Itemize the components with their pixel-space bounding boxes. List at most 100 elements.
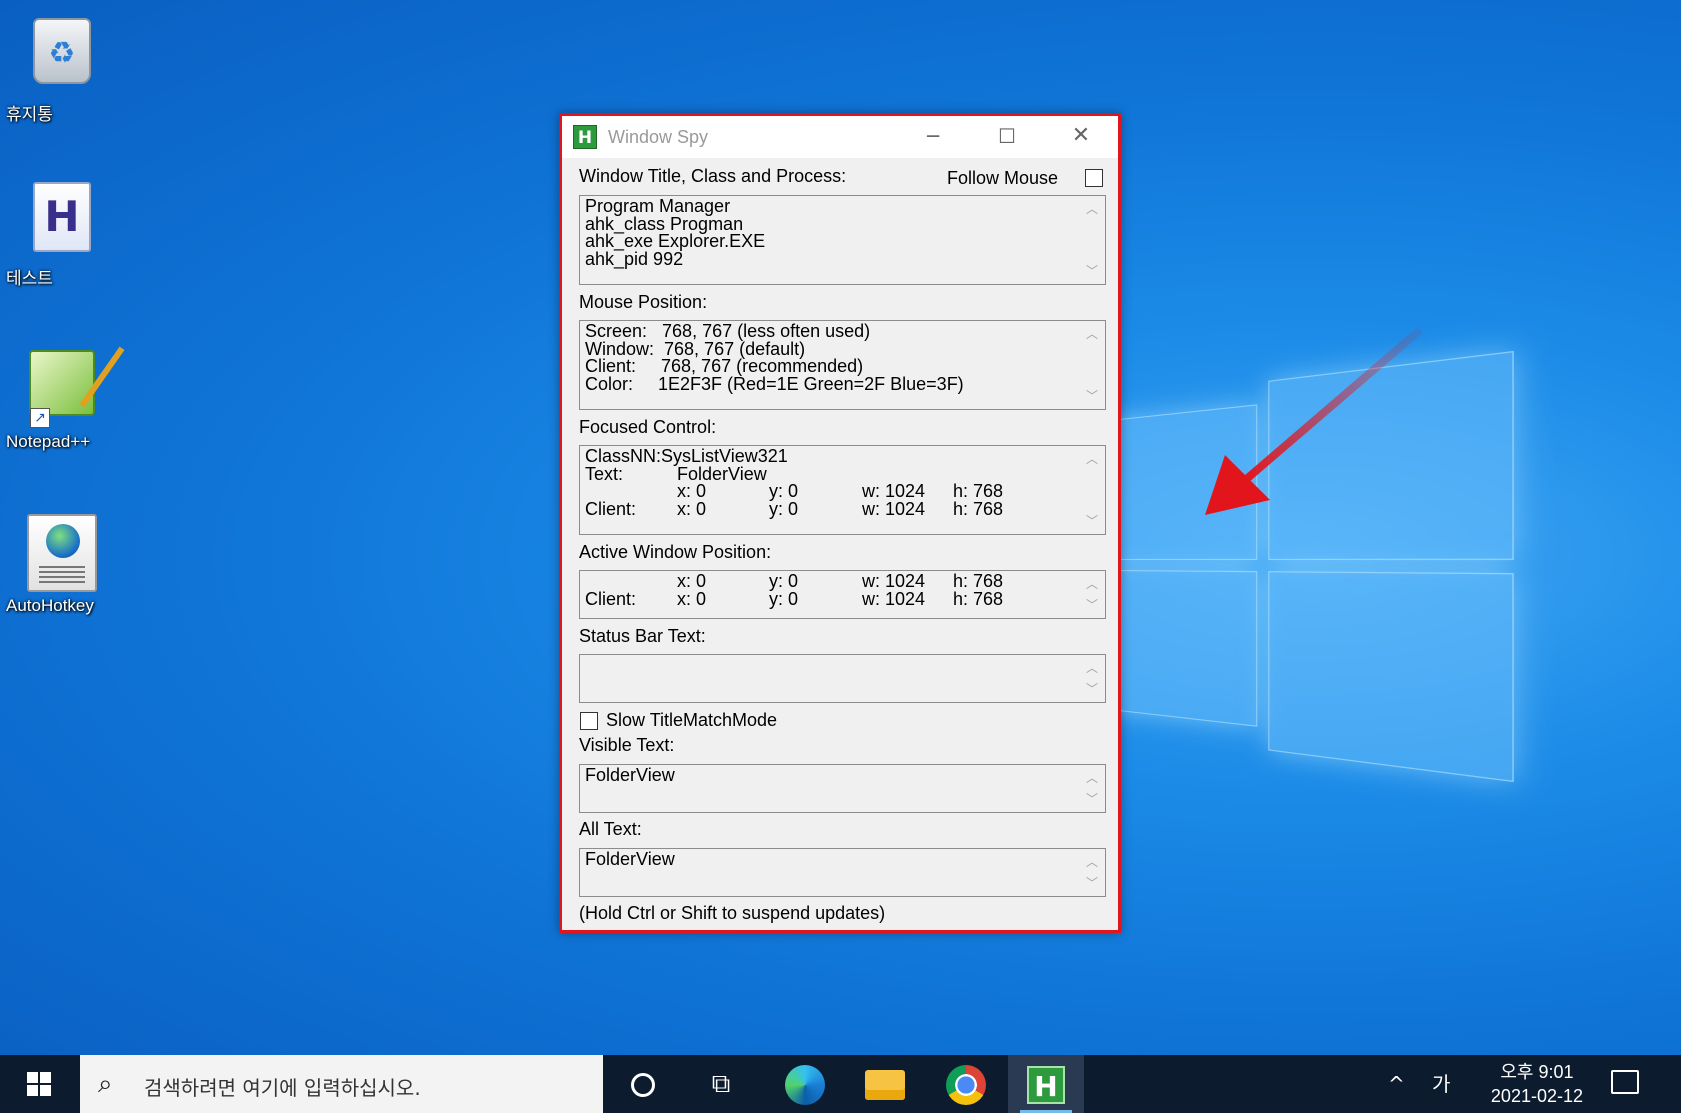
x-value: x: 0 <box>677 483 706 501</box>
h-value: h: 768 <box>953 483 1003 501</box>
slow-titlematchmode-checkbox[interactable] <box>580 712 598 730</box>
y-value: y: 0 <box>769 573 798 591</box>
edge-icon <box>785 1065 825 1105</box>
scroll-down-icon[interactable]: ﹀ <box>1079 680 1105 698</box>
taskbar-file-explorer[interactable] <box>847 1055 923 1113</box>
scroll-up-icon[interactable]: ︿ <box>1079 200 1105 218</box>
y-value: y: 0 <box>769 483 798 501</box>
mouse-position-text: Screen: 768, 767 (less often used) Windo… <box>585 323 1075 393</box>
window-spy-icon: H <box>573 125 597 149</box>
action-center-icon[interactable] <box>1611 1070 1639 1094</box>
active-window-position-textbox[interactable]: x: 0 y: 0 w: 1024 h: 768 Client: x: 0 y: 0 w: … <box>579 570 1106 619</box>
scroll-up-icon[interactable]: ︿ <box>1079 659 1105 677</box>
scrollbar[interactable]: ︿ ﹀ <box>1079 321 1105 409</box>
desktop-icon-label: Notepad++ <box>6 432 90 452</box>
desktop-icon-notepad-plus-plus[interactable]: ↗ Notepad++ <box>6 344 118 430</box>
clock-time: 오후 9:01 <box>1491 1060 1583 1084</box>
active-window-position-label: Active Window Position: <box>579 542 771 563</box>
title-bar[interactable]: H Window Spy ─ ☐ ✕ <box>562 116 1118 158</box>
follow-mouse-checkbox[interactable] <box>1085 169 1103 187</box>
client-label: Client: <box>585 501 636 519</box>
status-bar-text-label: Status Bar Text: <box>579 626 706 647</box>
autohotkey-icon <box>27 514 97 592</box>
show-hidden-icons-button[interactable]: ^ <box>1388 1055 1405 1113</box>
ahk-script-file-icon: H <box>33 182 91 252</box>
title-class-label: Window Title, Class and Process: <box>579 166 846 187</box>
minimize-button[interactable]: ─ <box>896 116 970 158</box>
taskbar-chrome[interactable] <box>928 1055 1004 1113</box>
desktop-icon-test-script[interactable]: H 테스트 <box>6 178 118 262</box>
scroll-down-icon[interactable]: ﹀ <box>1079 262 1105 280</box>
taskbar-search-box[interactable]: ⌕ 검색하려면 여기에 입력하십시오. <box>80 1055 603 1113</box>
desktop-icon-label: 휴지통 <box>6 100 53 125</box>
visible-text-label: Visible Text: <box>579 735 674 756</box>
w-value: w: 1024 <box>862 591 925 609</box>
cortana-button[interactable] <box>605 1055 681 1113</box>
desktop-icon-autohotkey[interactable]: AutoHotkey <box>6 510 118 594</box>
scroll-up-icon[interactable]: ︿ <box>1079 325 1105 343</box>
taskbar-window-spy[interactable]: H <box>1008 1055 1084 1113</box>
task-view-button[interactable]: ⧉ <box>683 1055 759 1113</box>
search-icon: ⌕ <box>98 1069 113 1100</box>
chrome-icon <box>946 1065 986 1105</box>
scroll-down-icon[interactable]: ﹀ <box>1079 512 1105 530</box>
scrollbar[interactable]: ︿ ﹀ <box>1079 446 1105 534</box>
start-button[interactable] <box>0 1055 78 1113</box>
status-bar-textbox[interactable]: ︿ ﹀ <box>579 654 1106 703</box>
mouse-position-label: Mouse Position: <box>579 292 707 313</box>
scroll-up-icon[interactable]: ︿ <box>1079 575 1105 593</box>
h-value: h: 768 <box>953 573 1003 591</box>
window-spy-window: H Window Spy ─ ☐ ✕ Window Title, Class a… <box>559 113 1121 933</box>
desktop-icon-label: AutoHotkey <box>6 596 94 616</box>
scroll-down-icon[interactable]: ﹀ <box>1079 790 1105 808</box>
desktop-icon-recycle-bin[interactable]: 휴지통 <box>6 12 118 98</box>
title-class-text: Program Manager ahk_class Progman ahk_ex… <box>585 198 1075 268</box>
w-value: w: 1024 <box>862 483 925 501</box>
mouse-position-textbox[interactable]: Screen: 768, 767 (less often used) Windo… <box>579 320 1106 410</box>
scroll-up-icon[interactable]: ︿ <box>1079 769 1105 787</box>
close-button[interactable]: ✕ <box>1044 116 1118 158</box>
x-value: x: 0 <box>677 501 706 519</box>
maximize-button[interactable]: ☐ <box>970 116 1044 158</box>
focused-control-textbox[interactable]: ClassNN:SysListView321 Text: FolderView x… <box>579 445 1106 535</box>
visible-text: FolderView <box>585 767 1075 785</box>
scroll-down-icon[interactable]: ﹀ <box>1079 596 1105 614</box>
x-value: x: 0 <box>677 573 706 591</box>
y-value: y: 0 <box>769 591 798 609</box>
task-view-icon: ⧉ <box>712 1069 731 1099</box>
scrollbar[interactable]: ︿ ﹀ <box>1079 571 1105 618</box>
scroll-up-icon[interactable]: ︿ <box>1079 853 1105 871</box>
taskbar-edge[interactable] <box>767 1055 843 1113</box>
classnn-text: ClassNN:SysListView321 <box>585 448 788 466</box>
h-value: h: 768 <box>953 501 1003 519</box>
scrollbar[interactable]: ︿ ﹀ <box>1079 655 1105 702</box>
visible-text-textbox[interactable]: FolderView ︿ ﹀ <box>579 764 1106 813</box>
scrollbar[interactable]: ︿ ﹀ <box>1079 196 1105 284</box>
window-spy-icon: H <box>1027 1066 1065 1104</box>
scrollbar[interactable]: ︿ ﹀ <box>1079 849 1105 896</box>
focused-control-label: Focused Control: <box>579 417 716 438</box>
shortcut-arrow-icon: ↗ <box>30 408 50 428</box>
window-title: Window Spy <box>608 127 708 148</box>
title-class-textbox[interactable]: Program Manager ahk_class Progman ahk_ex… <box>579 195 1106 285</box>
scrollbar[interactable]: ︿ ﹀ <box>1079 765 1105 812</box>
clock-date: 2021-02-12 <box>1491 1084 1583 1108</box>
w-value: w: 1024 <box>862 573 925 591</box>
ime-indicator[interactable]: 가 <box>1432 1055 1450 1113</box>
text-label: Text: <box>585 466 623 484</box>
taskbar: ⌕ 검색하려면 여기에 입력하십시오. ⧉ H ^ 가 오후 9:01 2021… <box>0 1055 1681 1113</box>
desktop-icon-label: 테스트 <box>6 264 53 289</box>
scroll-down-icon[interactable]: ﹀ <box>1079 387 1105 405</box>
notepad-plus-plus-icon <box>29 350 95 416</box>
all-text-textbox[interactable]: FolderView ︿ ﹀ <box>579 848 1106 897</box>
search-placeholder: 검색하려면 여기에 입력하십시오. <box>144 1072 421 1101</box>
taskbar-clock[interactable]: 오후 9:01 2021-02-12 <box>1491 1060 1583 1108</box>
client-label: Client: <box>585 591 636 609</box>
recycle-bin-icon <box>33 18 91 84</box>
all-text: FolderView <box>585 851 1075 869</box>
all-text-label: All Text: <box>579 819 642 840</box>
slow-titlematchmode-label: Slow TitleMatchMode <box>606 710 777 731</box>
scroll-up-icon[interactable]: ︿ <box>1079 450 1105 468</box>
scroll-down-icon[interactable]: ﹀ <box>1079 874 1105 892</box>
x-value: x: 0 <box>677 591 706 609</box>
